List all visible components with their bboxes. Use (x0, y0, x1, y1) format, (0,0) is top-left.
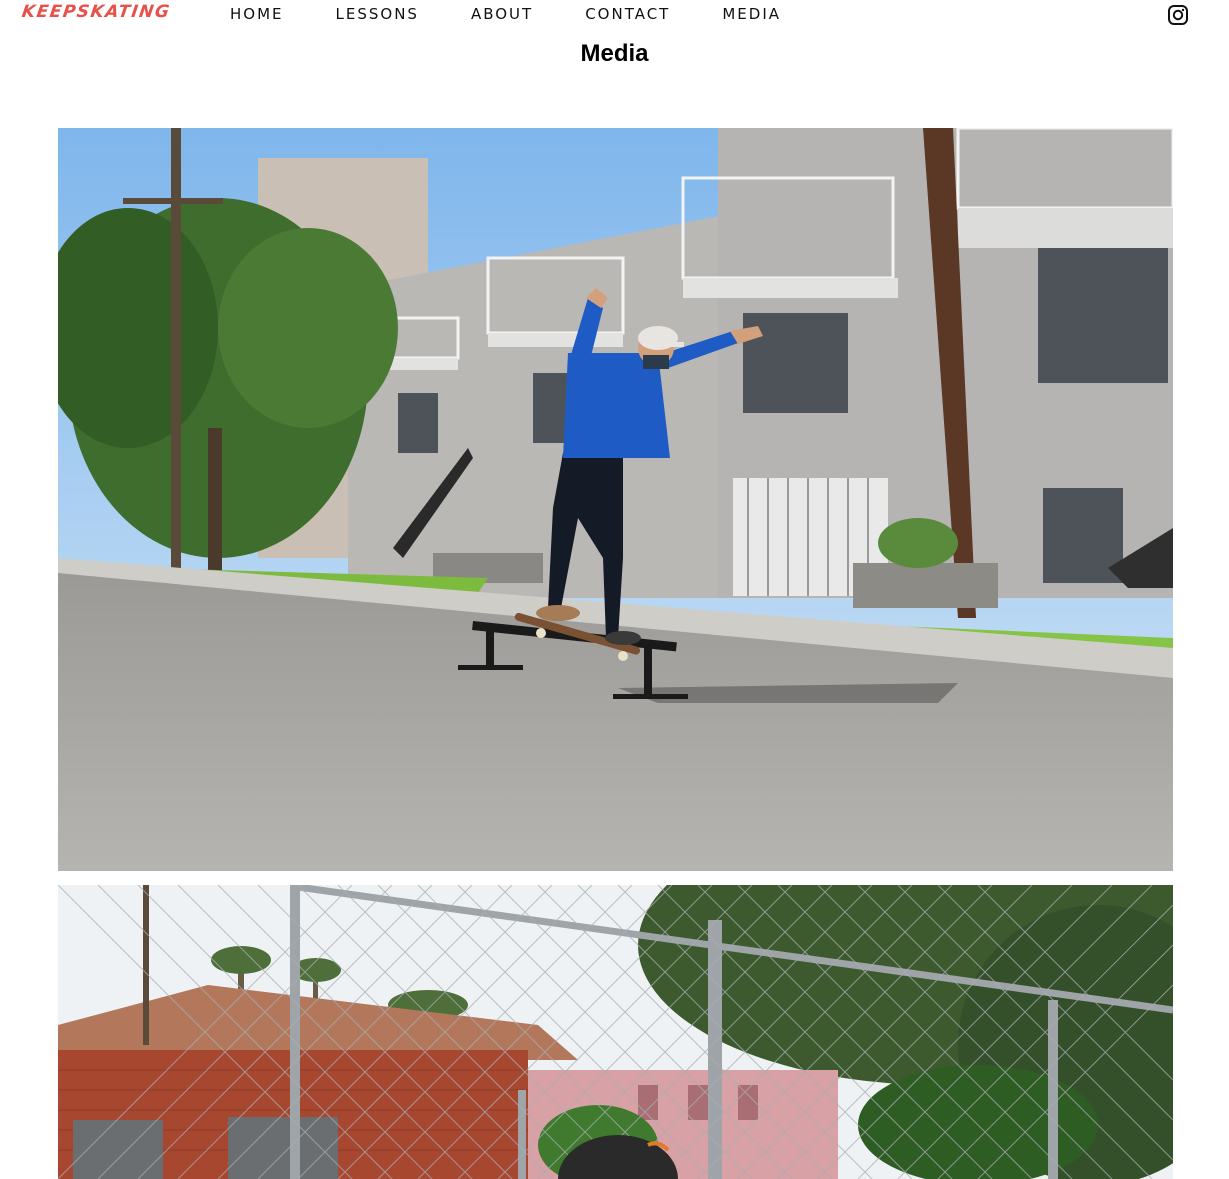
instagram-icon[interactable] (1167, 4, 1189, 26)
nav-lessons-link[interactable]: LESSONS (336, 5, 419, 23)
skate-photo-rail[interactable] (58, 128, 1173, 871)
top-nav: KEEPSKATING HOME LESSONS ABOUT CONTACT M… (0, 0, 1229, 30)
nav-about-link[interactable]: ABOUT (471, 5, 533, 23)
page-title: Media (580, 40, 649, 67)
nav-media-link[interactable]: MEDIA (722, 5, 781, 23)
nav-contact-link[interactable]: CONTACT (585, 5, 670, 23)
skate-photo-fence[interactable] (58, 885, 1173, 1179)
brand-logo[interactable]: KEEPSKATING (21, 2, 172, 22)
main-menu: HOME LESSONS ABOUT CONTACT MEDIA (230, 5, 833, 23)
nav-home-link[interactable]: HOME (230, 5, 284, 23)
